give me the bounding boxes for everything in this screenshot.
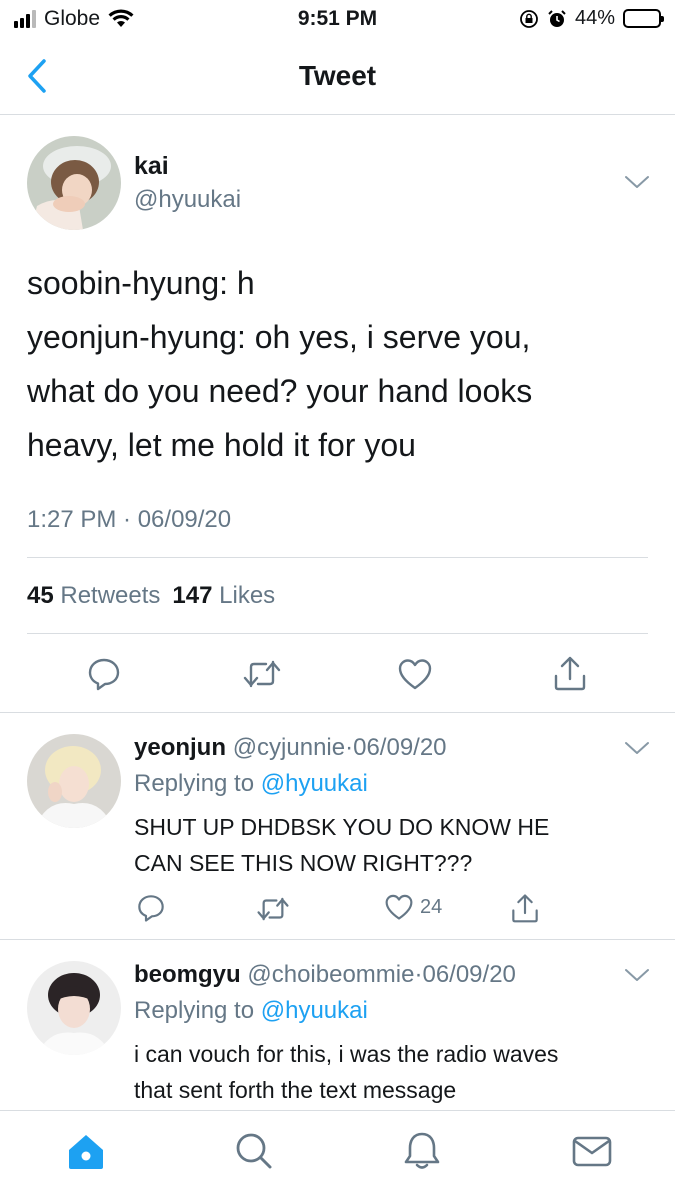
replying-to-label: Replying to	[134, 770, 255, 797]
chevron-down-icon[interactable]	[624, 967, 650, 983]
tweet-stats: 45 Retweets 147 Likes	[27, 582, 275, 610]
tweet-timestamp: 1:27 PM · 06/09/20	[27, 506, 232, 533]
replying-to-link[interactable]: @hyuukai	[261, 770, 368, 797]
replying-to-label: Replying to	[134, 997, 255, 1024]
reply-line: i can vouch for this, i was the radio wa…	[134, 1041, 559, 1067]
status-bar: Globe 9:51 PM 44%	[0, 0, 675, 38]
avatar-photo	[27, 136, 121, 230]
retweet-icon[interactable]	[256, 895, 290, 923]
battery-percent: 44%	[574, 7, 615, 29]
replying-to: Replying to @hyuukai	[134, 997, 368, 1025]
orientation-lock-icon	[520, 9, 538, 28]
like-button[interactable]: 24	[384, 893, 442, 921]
divider	[27, 557, 648, 558]
alarm-icon	[548, 9, 566, 27]
reply-line: that sent forth the text message	[134, 1077, 457, 1103]
divider	[0, 712, 675, 713]
nav-bar: Tweet	[0, 38, 675, 115]
chevron-down-icon[interactable]	[624, 174, 650, 190]
status-right: 44%	[519, 7, 664, 30]
retweets-stat[interactable]: 45 Retweets	[27, 582, 160, 610]
tab-bar	[0, 1110, 675, 1200]
retweet-icon[interactable]	[242, 658, 282, 690]
reply-header: beomgyu @choibeommie·06/09/20	[134, 961, 516, 988]
reply-line: SHUT UP DHDBSK YOU DO KNOW HE	[134, 814, 550, 840]
tweet-line: yeonjun-hyung: oh yes, i serve you,	[27, 319, 531, 355]
page-title: Tweet	[298, 60, 377, 91]
retweets-count: 45	[27, 582, 54, 609]
battery-icon	[623, 9, 664, 28]
tweet-actions	[0, 652, 675, 698]
avatar-photo	[27, 734, 121, 828]
home-icon[interactable]	[64, 1129, 108, 1173]
reply-date: 06/09/20	[353, 734, 447, 761]
author-handle[interactable]: @hyuukai	[134, 186, 241, 214]
divider	[0, 939, 675, 940]
author-name[interactable]: kai	[134, 152, 169, 181]
avatar-photo	[27, 961, 121, 1055]
reply-line: CAN SEE THIS NOW RIGHT???	[134, 850, 473, 876]
messages-icon[interactable]	[570, 1129, 614, 1173]
tweet-text: soobin-hyung: h yeonjun-hyung: oh yes, i…	[27, 256, 647, 472]
likes-stat[interactable]: 147 Likes	[172, 582, 275, 610]
notifications-icon[interactable]	[400, 1129, 444, 1173]
avatar[interactable]	[27, 961, 121, 1055]
tweet-line: soobin-hyung: h	[27, 265, 255, 301]
search-icon[interactable]	[232, 1129, 276, 1173]
reply-author-handle[interactable]: @choibeommie	[247, 961, 414, 988]
avatar[interactable]	[27, 136, 121, 230]
like-count: 24	[420, 895, 443, 918]
reply-author-handle[interactable]: @cyjunnie	[233, 734, 345, 761]
like-icon[interactable]	[397, 657, 433, 691]
likes-label: Likes	[219, 582, 276, 609]
retweets-label: Retweets	[60, 582, 161, 609]
reply-icon[interactable]	[136, 893, 166, 923]
chevron-down-icon[interactable]	[624, 740, 650, 756]
replying-to-link[interactable]: @hyuukai	[261, 997, 368, 1024]
tweet-line: what do you need? your hand looks	[27, 373, 533, 409]
reply-icon[interactable]	[86, 656, 122, 692]
reply-text: i can vouch for this, i was the radio wa…	[134, 1036, 558, 1108]
reply-author-name[interactable]: beomgyu	[134, 961, 241, 988]
reply-text: SHUT UP DHDBSK YOU DO KNOW HE CAN SEE TH…	[134, 809, 549, 881]
like-icon	[385, 894, 413, 920]
reply-date: 06/09/20	[422, 961, 516, 988]
replying-to: Replying to @hyuukai	[134, 770, 368, 798]
divider	[27, 633, 648, 634]
avatar[interactable]	[27, 734, 121, 828]
likes-count: 147	[172, 582, 213, 609]
tweet-line: heavy, let me hold it for you	[27, 427, 416, 463]
share-icon[interactable]	[510, 892, 540, 924]
reply-author-name[interactable]: yeonjun	[134, 734, 226, 761]
reply-header: yeonjun @cyjunnie·06/09/20	[134, 734, 447, 761]
share-icon[interactable]	[552, 654, 588, 692]
